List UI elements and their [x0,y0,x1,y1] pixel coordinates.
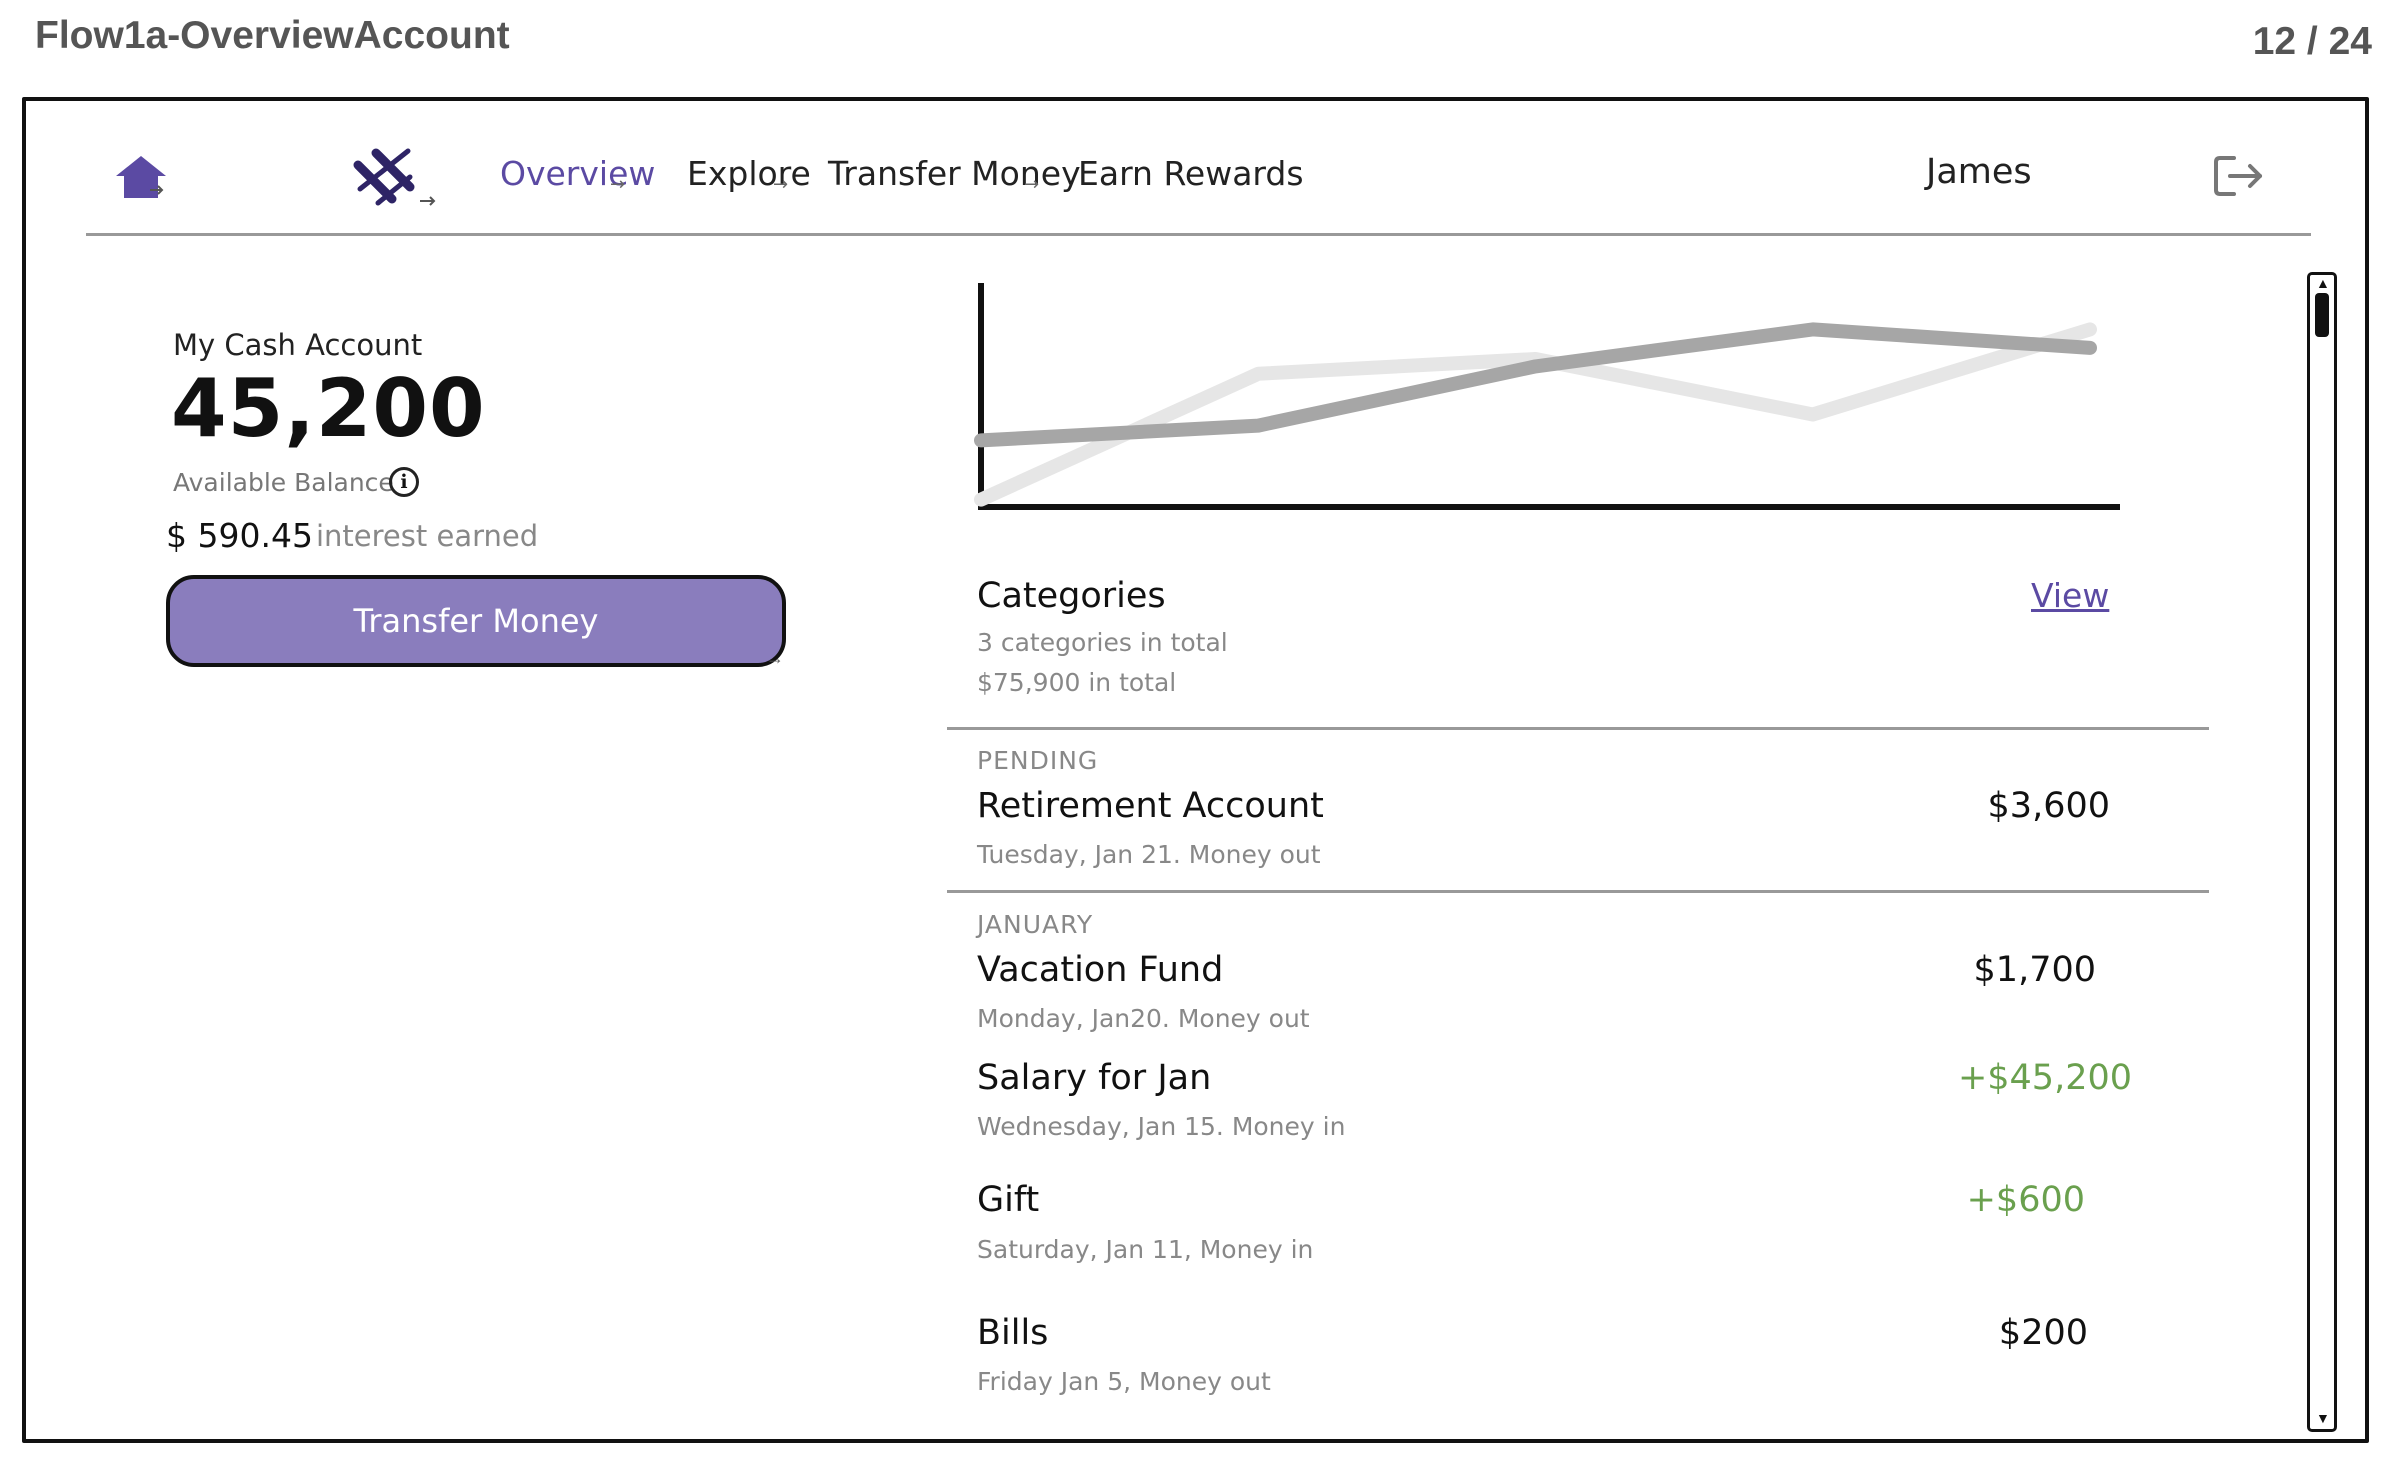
transaction-date: Saturday, Jan 11, Money in [977,1235,1314,1264]
transaction-date: Friday Jan 5, Money out [977,1367,1271,1396]
transaction-amount: +$600 [1966,1180,2085,1220]
link-arrow-icon: → [766,648,784,668]
link-arrow-icon: → [773,174,789,195]
scroll-down-icon[interactable]: ▼ [2316,1410,2330,1426]
transaction-amount: $3,600 [1987,786,2110,826]
transaction-name: Vacation Fund [977,950,1224,990]
transaction-amount: $200 [1998,1313,2088,1353]
transaction-date: Monday, Jan20. Money out [977,1004,1310,1033]
interest-label: interest earned [316,519,539,553]
transaction-date: Wednesday, Jan 15. Money in [977,1112,1346,1141]
header-divider [86,233,2311,236]
link-arrow-icon: → [1024,174,1040,195]
transaction-name: Bills [977,1313,1049,1353]
categories-title: Categories [977,576,1166,616]
info-icon[interactable]: i [389,467,419,497]
transaction-date: Tuesday, Jan 21. Money out [977,840,1321,869]
pending-section-label: PENDING [977,746,1099,775]
available-balance-label: Available Balance [173,468,394,497]
transaction-name: Gift [977,1180,1040,1220]
brand-logo-icon[interactable] [350,145,440,213]
nav-explore-label: Explore [687,154,811,193]
transaction-name: Retirement Account [977,786,1324,826]
categories-view-link[interactable]: View [2031,576,2109,615]
section-divider [947,890,2209,893]
nav-overview-label: Overview [500,154,656,193]
account-name: My Cash Account [173,328,423,362]
nav-transfer-money-label: Transfer Money [828,154,1081,193]
transaction-amount: $1,700 [1973,950,2096,990]
nav-explore[interactable]: Explore → [687,154,811,195]
home-icon[interactable] [112,152,170,202]
nav-earn-rewards[interactable]: Earn Rewards [1078,154,1304,193]
scrollbar-thumb[interactable] [2315,293,2329,337]
scrollbar[interactable] [2307,272,2337,1432]
nav-earn-rewards-label: Earn Rewards [1078,154,1304,193]
nav-transfer-money[interactable]: Transfer Money → [828,154,1081,195]
balance-chart [970,275,2130,515]
transaction-amount: +$45,200 [1957,1058,2132,1098]
user-name[interactable]: James [1926,152,2032,192]
logout-icon[interactable] [2212,152,2266,200]
section-divider [947,727,2209,730]
page-title: Flow1a-OverviewAccount [35,14,510,57]
categories-total: $75,900 in total [977,668,1177,697]
transaction-name: Salary for Jan [977,1058,1212,1098]
interest-amount: $ 590.45 [166,516,313,555]
link-arrow-icon: → [610,174,626,195]
categories-count: 3 categories in total [977,628,1228,657]
transfer-money-button[interactable]: Transfer Money [166,575,786,667]
page-counter: 12 / 24 [2252,20,2372,63]
nav-overview[interactable]: Overview → [500,154,656,195]
scroll-up-icon[interactable]: ▲ [2316,275,2330,291]
account-balance: 45,200 [171,362,486,455]
january-section-label: JANUARY [977,910,1094,939]
chart-series-line-2 [974,322,2097,507]
